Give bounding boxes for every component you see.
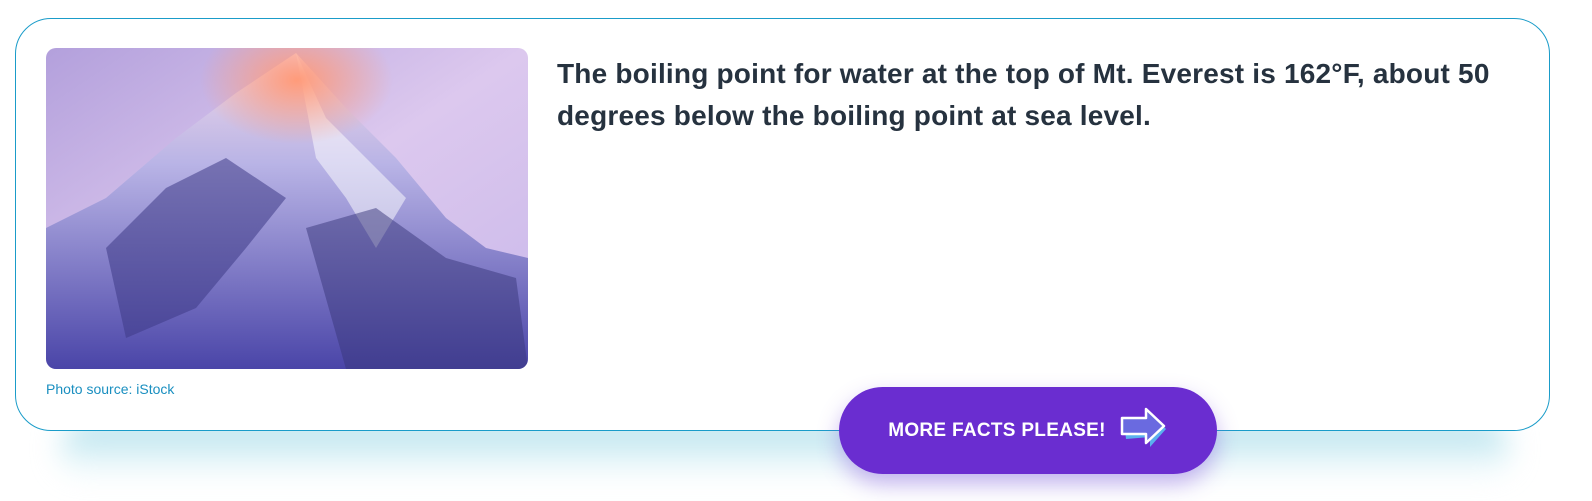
more-facts-label: MORE FACTS PLEASE!	[888, 419, 1106, 441]
arrow-right-icon	[1120, 407, 1168, 454]
photo-caption: Photo source: iStock	[46, 381, 175, 397]
mountain-photo	[46, 48, 528, 369]
fact-text: The boiling point for water at the top o…	[557, 58, 1490, 131]
more-facts-button[interactable]: MORE FACTS PLEASE!	[839, 387, 1217, 474]
